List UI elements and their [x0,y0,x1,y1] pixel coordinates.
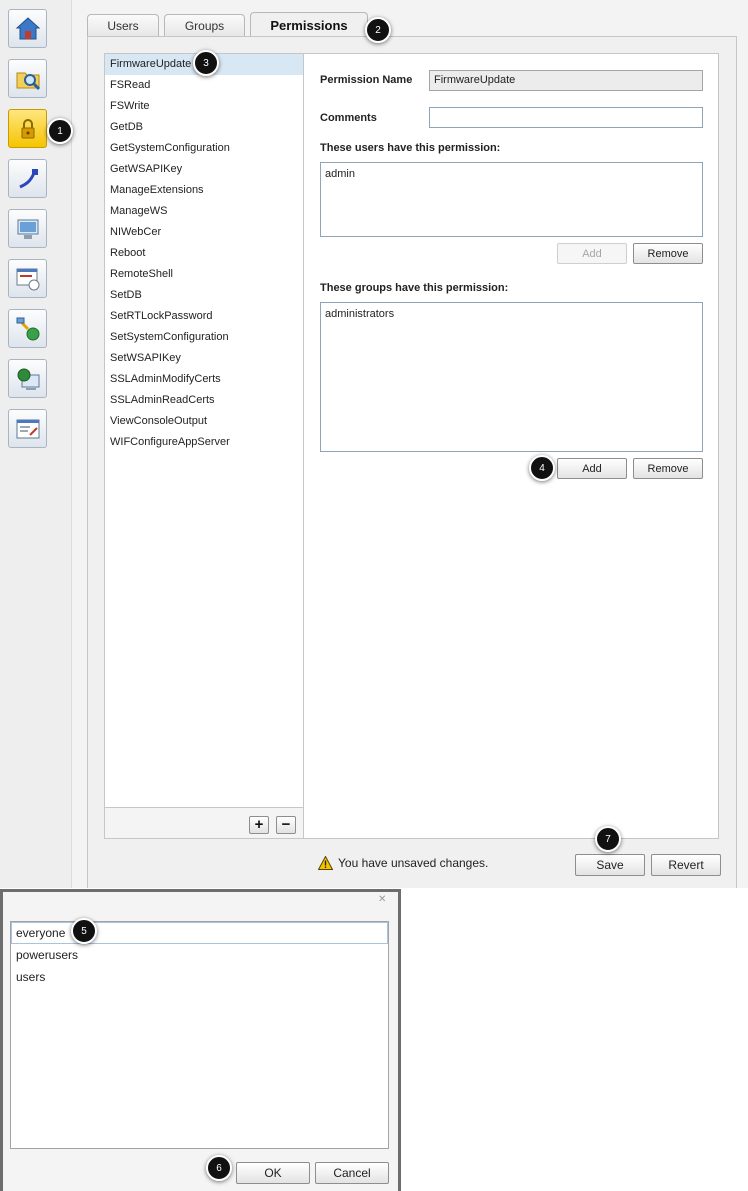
select-group-dialog: ✕ everyone powerusers users OK Cancel [0,889,401,1191]
clock-settings-icon [16,268,39,290]
revert-button[interactable]: Revert [651,854,721,876]
unsaved-changes-text: You have unsaved changes. [338,856,489,870]
list-item[interactable]: GetSystemConfiguration [105,138,303,159]
security-button[interactable] [8,109,47,148]
lock-icon [21,118,34,138]
tab-groups[interactable]: Groups [164,14,245,37]
add-permission-button[interactable]: + [249,816,269,834]
save-button[interactable]: Save [575,854,645,876]
warning-icon [318,856,333,870]
tab-permissions[interactable]: Permissions [250,12,368,37]
list-item[interactable]: GetWSAPIKey [105,159,303,180]
list-item[interactable]: FSWrite [105,96,303,117]
console-button[interactable] [8,409,47,448]
ok-button[interactable]: OK [236,1162,310,1184]
users-list[interactable]: admin [320,162,703,237]
remove-group-button[interactable]: Remove [633,458,703,479]
list-item[interactable]: GetDB [105,117,303,138]
permissions-panel: FirmwareUpdate FSRead FSWrite GetDB GetS… [104,53,719,839]
list-item[interactable]: everyone [11,922,388,944]
tab-users[interactable]: Users [87,14,159,37]
permission-list[interactable]: FirmwareUpdate FSRead FSWrite GetDB GetS… [105,54,304,807]
list-item[interactable]: ManageWS [105,201,303,222]
list-item[interactable]: FSRead [105,75,303,96]
step-marker: 7 [595,826,621,852]
folder-search-icon [16,72,40,90]
network-globe-button[interactable] [8,309,47,348]
group-choice-list[interactable]: everyone powerusers users [10,921,389,1149]
system-button[interactable] [8,209,47,248]
permission-list-toolbar: + − [105,807,304,838]
list-item[interactable]: RemoteShell [105,264,303,285]
step-marker: 5 [71,918,97,944]
list-item[interactable]: SetWSAPIKey [105,348,303,369]
list-item[interactable]: admin [325,168,698,180]
web-server-icon [17,368,39,390]
list-item[interactable]: NIWebCer [105,222,303,243]
add-user-button[interactable]: Add [557,243,627,264]
network-cable-icon [18,168,38,188]
console-window-icon [16,419,39,438]
list-item[interactable]: users [11,966,388,988]
list-item[interactable]: powerusers [11,944,388,966]
permission-name-field: FirmwareUpdate [429,70,703,91]
step-marker: 6 [206,1155,232,1181]
network-globe-icon [16,317,39,340]
home-button[interactable] [8,9,47,48]
network-button[interactable] [8,159,47,198]
comments-field[interactable] [429,107,703,128]
remove-user-button[interactable]: Remove [633,243,703,264]
list-item[interactable]: SetSystemConfiguration [105,327,303,348]
add-group-button[interactable]: Add [557,458,627,479]
home-icon [15,16,40,39]
step-marker: 3 [193,50,219,76]
web-server-button[interactable] [8,359,47,398]
permission-name-label: Permission Name [320,74,413,86]
list-item[interactable]: ManageExtensions [105,180,303,201]
time-settings-button[interactable] [8,259,47,298]
list-item[interactable]: WIFConfigureAppServer [105,432,303,453]
list-item[interactable]: SSLAdminModifyCerts [105,369,303,390]
groups-section-label: These groups have this permission: [320,282,509,294]
folder-search-button[interactable] [8,59,47,98]
list-item[interactable]: Reboot [105,243,303,264]
list-item[interactable]: administrators [325,308,698,320]
comments-label: Comments [320,112,377,124]
list-item[interactable]: SetRTLockPassword [105,306,303,327]
step-marker: 4 [529,455,555,481]
computer-icon [17,219,38,239]
close-icon[interactable]: ✕ [378,895,388,905]
cancel-button[interactable]: Cancel [315,1162,389,1184]
users-section-label: These users have this permission: [320,142,501,154]
remove-permission-button[interactable]: − [276,816,296,834]
permission-details: Permission Name FirmwareUpdate Comments … [304,54,718,838]
groups-list[interactable]: administrators [320,302,703,452]
list-item[interactable]: SSLAdminReadCerts [105,390,303,411]
list-item[interactable]: SetDB [105,285,303,306]
unsaved-changes-notice: You have unsaved changes. [318,856,488,870]
step-marker: 1 [47,118,73,144]
step-marker: 2 [365,17,391,43]
list-item[interactable]: ViewConsoleOutput [105,411,303,432]
